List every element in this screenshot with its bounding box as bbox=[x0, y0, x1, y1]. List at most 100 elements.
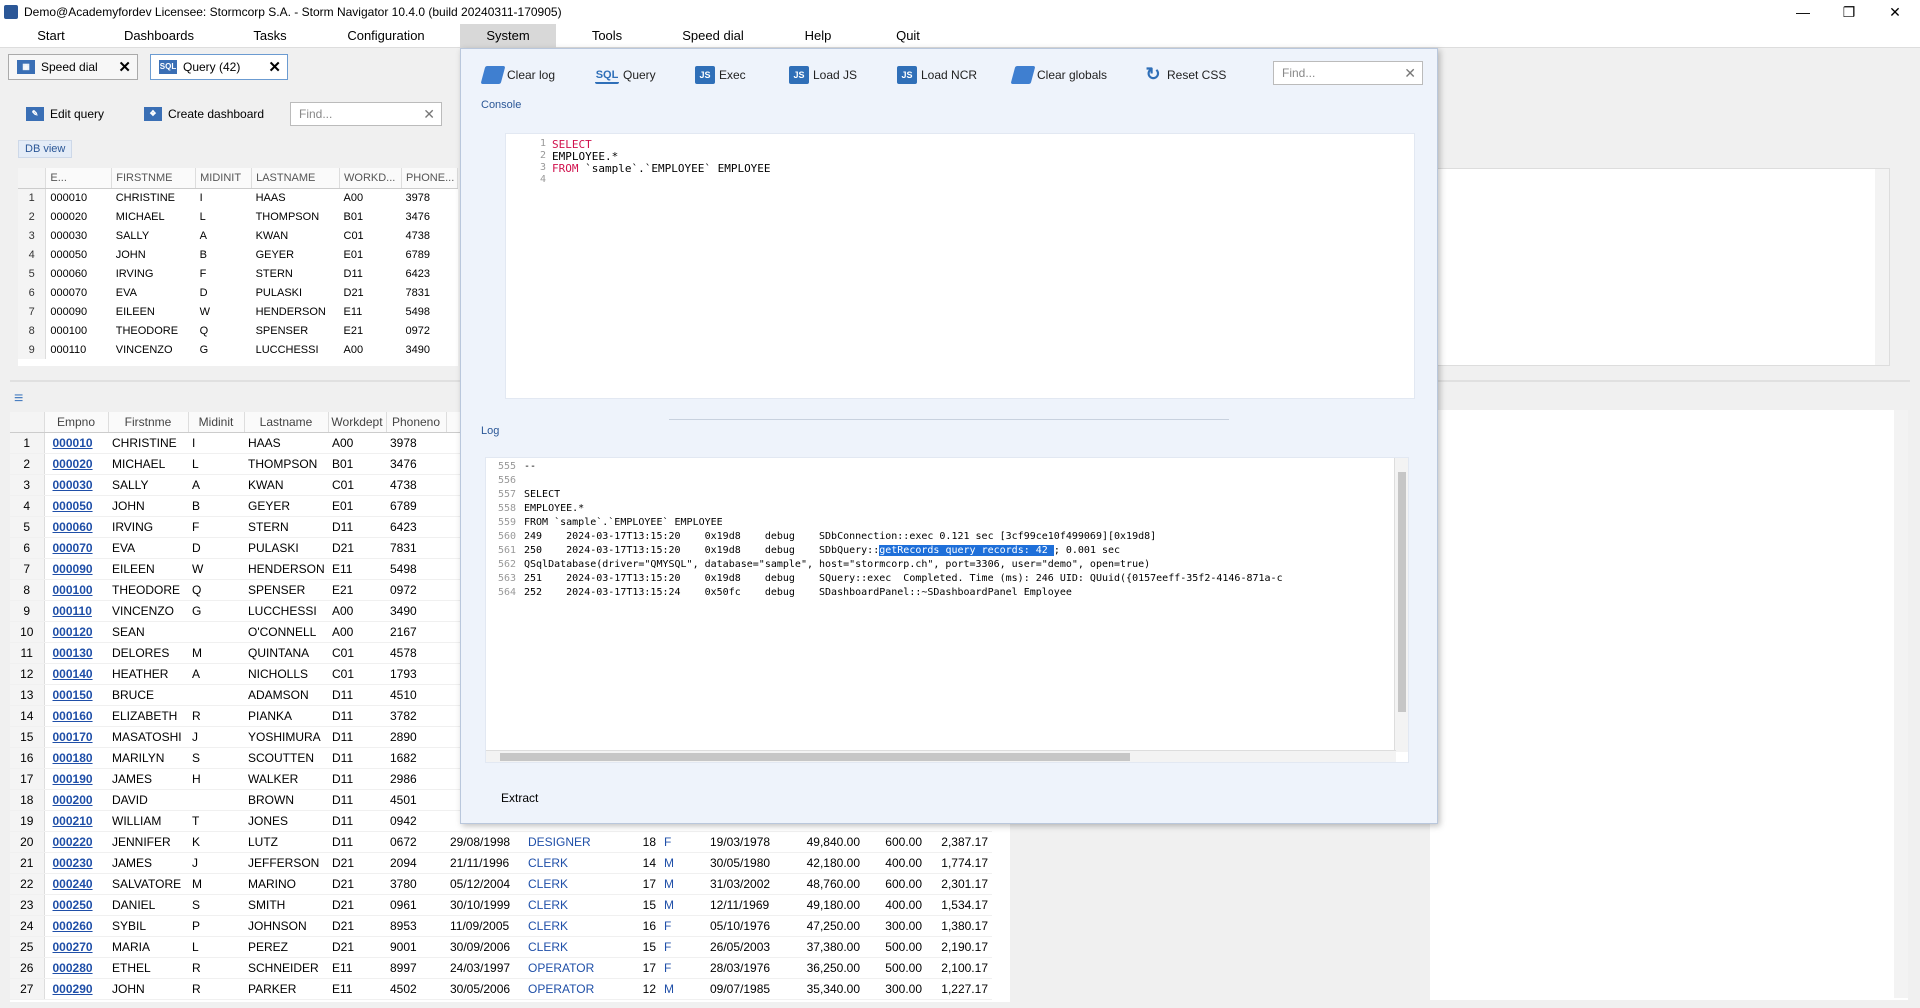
menu-speed-dial[interactable]: Speed dial bbox=[678, 24, 748, 48]
find-input[interactable]: Find... ✕ bbox=[290, 102, 442, 126]
empno-link[interactable]: 000110 bbox=[44, 600, 108, 622]
column-header[interactable]: MIDINIT bbox=[195, 168, 253, 189]
empno-link[interactable]: 000160 bbox=[44, 705, 108, 727]
edit-query-button[interactable]: ✎ Edit query bbox=[26, 100, 104, 128]
table-row[interactable]: 24 000260 SYBIL P JOHNSON D21 8953 11/09/2005 CL… bbox=[10, 915, 992, 937]
table-row[interactable]: 25 000270 MARIA L PEREZ D21 9001 30/09/2006 CLER… bbox=[10, 936, 992, 958]
close-tab-icon[interactable]: ✕ bbox=[118, 58, 131, 76]
menu-system[interactable]: System bbox=[460, 24, 556, 48]
empno-link[interactable]: 000010 bbox=[44, 432, 108, 454]
empno-link[interactable]: 000140 bbox=[44, 663, 108, 685]
table-row[interactable]: 6 000070 EVA D PULASKI D21 7831 bbox=[18, 283, 458, 302]
empno-link[interactable]: 000120 bbox=[44, 621, 108, 643]
table-row[interactable]: 22 000240 SALVATORE M MARINO D21 3780 05/12/200… bbox=[10, 873, 992, 895]
table-row[interactable]: 3 000030 SALLY A KWAN C01 4738 bbox=[18, 226, 458, 245]
column-header[interactable]: Workdept bbox=[328, 412, 387, 433]
minimize-button[interactable]: — bbox=[1780, 0, 1826, 24]
load-js-button[interactable]: JS Load JS bbox=[789, 63, 857, 87]
empno-link[interactable]: 000290 bbox=[44, 978, 108, 1000]
table-cell: SPENSER bbox=[255, 324, 309, 337]
clear-globals-button[interactable]: Clear globals bbox=[1010, 63, 1107, 87]
empno-link[interactable]: 000060 bbox=[44, 516, 108, 538]
clear-log-button[interactable]: Clear log bbox=[480, 63, 555, 87]
column-header[interactable]: LASTNAME bbox=[251, 168, 340, 189]
menu-configuration[interactable]: Configuration bbox=[340, 24, 432, 48]
table-row[interactable]: 7 000090 EILEEN W HENDERSON E11 5498 bbox=[18, 302, 458, 321]
menu-tasks[interactable]: Tasks bbox=[246, 24, 294, 48]
column-header[interactable]: PHONE... bbox=[401, 168, 458, 189]
column-header[interactable]: Midinit bbox=[188, 412, 245, 433]
empno-link[interactable]: 000260 bbox=[44, 915, 108, 937]
tab-speed-dial[interactable]: ▦ Speed dial ✕ bbox=[8, 54, 138, 80]
empno-link[interactable]: 000180 bbox=[44, 747, 108, 769]
empno-link[interactable]: 000150 bbox=[44, 684, 108, 706]
exec-button[interactable]: JS Exec bbox=[695, 63, 746, 87]
table-row[interactable]: 23 000250 DANIEL S SMITH D21 0961 30/10/1999 CLE… bbox=[10, 894, 992, 916]
log-vertical-scrollbar[interactable] bbox=[1394, 458, 1408, 752]
empno-link[interactable]: 000090 bbox=[44, 558, 108, 580]
empno-link[interactable]: 000170 bbox=[44, 726, 108, 748]
column-header[interactable]: Phoneno bbox=[386, 412, 447, 433]
table-row[interactable]: 5 000060 IRVING F STERN D11 6423 bbox=[18, 264, 458, 283]
table-row[interactable]: 26 000280 ETHEL R SCHNEIDER E11 8997 24/03/1997… bbox=[10, 957, 992, 979]
table-row[interactable]: 21 000230 JAMES J JEFFERSON D21 2094 21/11/1996… bbox=[10, 852, 992, 874]
close-window-button[interactable]: ✕ bbox=[1872, 0, 1918, 24]
empno-link[interactable]: 000020 bbox=[44, 453, 108, 475]
empno-link[interactable]: 000230 bbox=[44, 852, 108, 874]
scrollbar[interactable] bbox=[1875, 169, 1889, 365]
empno-link[interactable]: 000270 bbox=[44, 936, 108, 958]
empno-link[interactable]: 000200 bbox=[44, 789, 108, 811]
menu-quit[interactable]: Quit bbox=[888, 24, 928, 48]
empno-link[interactable]: 000210 bbox=[44, 810, 108, 832]
column-header[interactable]: Lastname bbox=[244, 412, 329, 433]
close-tab-icon[interactable]: ✕ bbox=[268, 58, 281, 76]
empno-link[interactable]: 000070 bbox=[44, 537, 108, 559]
menu-tools[interactable]: Tools bbox=[584, 24, 630, 48]
column-header[interactable]: Firstnme bbox=[108, 412, 189, 433]
column-header[interactable]: FIRSTNME bbox=[111, 168, 197, 189]
scroll-thumb[interactable] bbox=[500, 753, 1130, 761]
column-header[interactable]: Empno bbox=[44, 412, 109, 433]
reset-css-button[interactable]: ↻ Reset CSS bbox=[1143, 63, 1226, 87]
scrollbar[interactable] bbox=[1894, 410, 1908, 998]
clear-find-icon[interactable]: ✕ bbox=[1404, 62, 1416, 84]
console-editor[interactable]: 1 SELECT 2 EMPLOYEE.* 3 FROM `sample`.`EMPLOY… bbox=[505, 133, 1415, 399]
table-row[interactable]: 4 000050 JOHN B GEYER E01 6789 bbox=[18, 245, 458, 264]
table-row[interactable]: 20 000220 JENNIFER K LUTZ D11 0672 29/08/1998 DE… bbox=[10, 831, 992, 853]
console-log-splitter[interactable] bbox=[669, 419, 1229, 420]
empno-link[interactable]: 000280 bbox=[44, 957, 108, 979]
scroll-thumb[interactable] bbox=[1398, 472, 1406, 712]
tab-query[interactable]: SQL Query (42) ✕ bbox=[150, 54, 288, 80]
log-horizontal-scrollbar[interactable] bbox=[486, 750, 1396, 762]
empno-link[interactable]: 000220 bbox=[44, 831, 108, 853]
create-dashboard-button[interactable]: ❖ Create dashboard bbox=[144, 100, 264, 128]
extract-button[interactable]: Extract bbox=[501, 791, 538, 805]
empno-link[interactable]: 000250 bbox=[44, 894, 108, 916]
menu-dashboards[interactable]: Dashboards bbox=[120, 24, 198, 48]
empno-link[interactable]: 000130 bbox=[44, 642, 108, 664]
menu-start[interactable]: Start bbox=[24, 24, 78, 48]
load-ncr-button[interactable]: JS Load NCR bbox=[897, 63, 977, 87]
table-row[interactable]: 27 000290 JOHN R PARKER E11 4502 30/05/2006 OPER… bbox=[10, 978, 992, 1000]
empno-link[interactable]: 000240 bbox=[44, 873, 108, 895]
empno-link[interactable]: 000030 bbox=[44, 474, 108, 496]
table-row[interactable]: 1 000010 CHRISTINE I HAAS A00 3978 bbox=[18, 188, 458, 207]
log-tab[interactable]: Log bbox=[481, 425, 499, 437]
menu-help[interactable]: Help bbox=[796, 24, 840, 48]
table-row[interactable]: 8 000100 THEODORE Q SPENSER E21 0972 bbox=[18, 321, 458, 340]
log-view[interactable]: 555 -- 556 557 SELECT 558 EMPLOYEE.* 559 FROM `s… bbox=[485, 457, 1409, 763]
tab-db-view[interactable]: DB view bbox=[18, 140, 73, 158]
query-button[interactable]: SQL Query bbox=[595, 63, 656, 87]
maximize-button[interactable]: ❐ bbox=[1826, 0, 1872, 24]
table-row[interactable]: 2 000020 MICHAEL L THOMPSON B01 3476 bbox=[18, 207, 458, 226]
console-tab[interactable]: Console bbox=[481, 99, 521, 111]
empno-link[interactable]: 000100 bbox=[44, 579, 108, 601]
system-find-input[interactable]: Find... ✕ bbox=[1273, 61, 1423, 85]
column-header[interactable]: WORKD... bbox=[339, 168, 402, 189]
menu-icon[interactable]: ≡ bbox=[14, 391, 30, 407]
column-header[interactable]: E... bbox=[45, 168, 113, 189]
table-row[interactable]: 9 000110 VINCENZO G LUCCHESSI A00 3490 bbox=[18, 340, 458, 359]
clear-find-icon[interactable]: ✕ bbox=[423, 103, 435, 125]
empno-link[interactable]: 000190 bbox=[44, 768, 108, 790]
empno-link[interactable]: 000050 bbox=[44, 495, 108, 517]
